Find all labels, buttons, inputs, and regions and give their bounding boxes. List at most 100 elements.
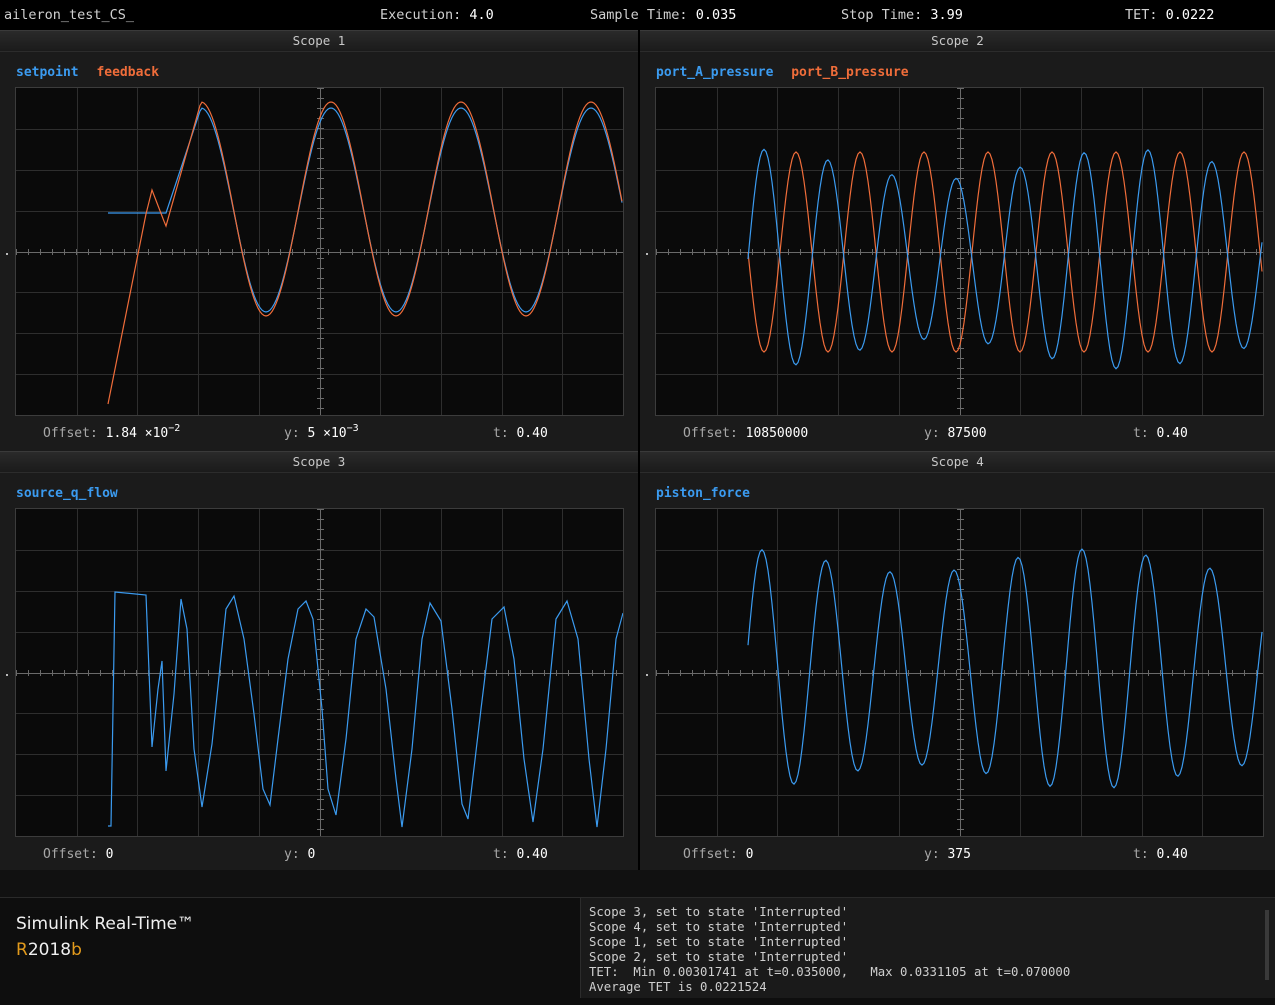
y-readout: y: 5 ×10−3 xyxy=(284,423,359,441)
execution-label: Execution: xyxy=(380,7,462,23)
release-year: 2018 xyxy=(27,940,72,960)
scope-1-panel: Scope 1 setpoint feedback Offset: 1.84 ×… xyxy=(0,30,638,451)
y-readout: y: 0 xyxy=(284,847,315,862)
scope-3-plot[interactable] xyxy=(15,508,624,837)
t-label: t: xyxy=(493,426,509,441)
y-exponent: −3 xyxy=(346,423,359,434)
stop-time-value: 3.99 xyxy=(930,7,963,23)
product-brand: Simulink Real-Time™ R2018b xyxy=(16,914,194,960)
stop-time-readout: Stop Time: 3.99 xyxy=(841,7,963,23)
log-line: Scope 2, set to state 'Interrupted' xyxy=(589,950,849,964)
offset-readout: Offset: 0 xyxy=(683,847,753,862)
offset-value: 1.84 ×10−2 xyxy=(105,423,181,441)
offset-times: × xyxy=(144,426,153,441)
y-mantissa: 5 xyxy=(307,426,316,441)
execution-readout: Execution: 4.0 xyxy=(380,7,494,23)
t-readout: t: 0.40 xyxy=(1133,847,1188,862)
status-bar: aileron_test_CS_ Execution: 4.0 Sample T… xyxy=(0,0,1275,30)
scope-4-legend: piston_force xyxy=(656,486,760,501)
offset-value: 10850000 xyxy=(745,426,809,441)
y-value: 87500 xyxy=(947,426,987,441)
y-base: 10 xyxy=(330,426,347,441)
product-name: Simulink Real-Time™ xyxy=(16,914,195,934)
scope-2-title: Scope 2 xyxy=(640,31,1275,52)
scope-2-graph xyxy=(656,88,1263,415)
log-line: Scope 4, set to state 'Interrupted' xyxy=(589,920,849,934)
offset-value: 0 xyxy=(105,847,114,862)
scope-1-title: Scope 1 xyxy=(0,31,638,52)
setpoint-trace xyxy=(108,107,623,313)
offset-value: 0 xyxy=(745,847,754,862)
log-line: Scope 3, set to state 'Interrupted' xyxy=(589,905,849,919)
scope-1-plot[interactable] xyxy=(15,87,624,416)
offset-readout: Offset: 0 xyxy=(43,847,113,862)
stop-time-label: Stop Time: xyxy=(841,7,923,23)
zero-marker xyxy=(6,253,8,255)
divider-band xyxy=(0,870,1275,897)
legend-source-q-flow: source_q_flow xyxy=(16,486,118,501)
offset-base: 10 xyxy=(152,426,169,441)
y-value: 375 xyxy=(947,847,971,862)
offset-readout: Offset: 1.84 ×10−2 xyxy=(43,423,181,441)
t-value: 0.40 xyxy=(516,847,548,862)
scope-4-title: Scope 4 xyxy=(640,452,1275,473)
scope-3-title: Scope 3 xyxy=(0,452,638,473)
release-b: b xyxy=(71,940,82,960)
legend-setpoint: setpoint xyxy=(16,65,79,80)
log-line: TET: Min 0.00301741 at t=0.035000, Max 0… xyxy=(589,965,1071,979)
legend-feedback: feedback xyxy=(96,65,160,80)
scope-4-graph xyxy=(656,509,1263,836)
offset-label: Offset: xyxy=(43,426,98,441)
y-readout: y: 375 xyxy=(924,847,971,862)
log-line: Scope 1, set to state 'Interrupted' xyxy=(589,935,849,949)
y-value: 5 ×10−3 xyxy=(307,423,359,441)
release-r: R xyxy=(16,940,28,960)
grid xyxy=(16,509,623,836)
offset-label: Offset: xyxy=(683,847,738,862)
scope-2-legend: port_A_pressure port_B_pressure xyxy=(656,65,919,80)
execution-value: 4.0 xyxy=(469,7,494,23)
sample-time-label: Sample Time: xyxy=(590,7,688,23)
scope-1-legend: setpoint feedback xyxy=(16,65,169,80)
y-label: y: xyxy=(284,847,300,862)
offset-mantissa: 1.84 xyxy=(105,426,137,441)
t-label: t: xyxy=(1133,426,1149,441)
grid xyxy=(656,88,1263,415)
scope-3-graph xyxy=(16,509,623,836)
offset-label: Offset: xyxy=(683,426,738,441)
offset-exponent: −2 xyxy=(168,423,181,434)
t-label: t: xyxy=(493,847,509,862)
t-readout: t: 0.40 xyxy=(493,426,548,441)
scope-4-panel: Scope 4 piston_force Offset: 0 y: 375 t:… xyxy=(640,451,1275,870)
t-value: 0.40 xyxy=(1156,847,1188,862)
offset-readout: Offset: 10850000 xyxy=(683,426,808,441)
source-q-flow-trace xyxy=(108,591,623,828)
y-readout: y: 87500 xyxy=(924,426,987,441)
log-line: Average TET is 0.0221524 xyxy=(589,980,767,994)
legend-port-a-pressure: port_A_pressure xyxy=(656,65,774,80)
scope-4-plot[interactable] xyxy=(655,508,1264,837)
scope-2-plot[interactable] xyxy=(655,87,1264,416)
log-scrollbar[interactable] xyxy=(1265,910,1269,980)
y-label: y: xyxy=(924,847,940,862)
scope-1-graph xyxy=(16,88,623,415)
legend-port-b-pressure: port_B_pressure xyxy=(791,65,909,80)
message-log[interactable]: Scope 3, set to state 'Interrupted' Scop… xyxy=(580,898,1275,998)
y-value: 0 xyxy=(307,847,316,862)
scope-2-panel: Scope 2 port_A_pressure port_B_pressure … xyxy=(640,30,1275,451)
tet-readout: TET: 0.0222 xyxy=(1125,7,1214,23)
t-value: 0.40 xyxy=(516,426,548,441)
legend-piston-force: piston_force xyxy=(656,486,750,501)
t-label: t: xyxy=(1133,847,1149,862)
app-name: aileron_test_CS_ xyxy=(4,7,135,23)
y-label: y: xyxy=(924,426,940,441)
tet-value: 0.0222 xyxy=(1165,7,1215,23)
piston-force-trace xyxy=(747,548,1263,789)
zero-marker xyxy=(6,674,8,676)
offset-label: Offset: xyxy=(43,847,98,862)
tet-label: TET: xyxy=(1125,7,1158,23)
release-label: R2018b xyxy=(16,940,194,960)
t-readout: t: 0.40 xyxy=(1133,426,1188,441)
sample-time-value: 0.035 xyxy=(695,7,737,23)
t-value: 0.40 xyxy=(1156,426,1188,441)
